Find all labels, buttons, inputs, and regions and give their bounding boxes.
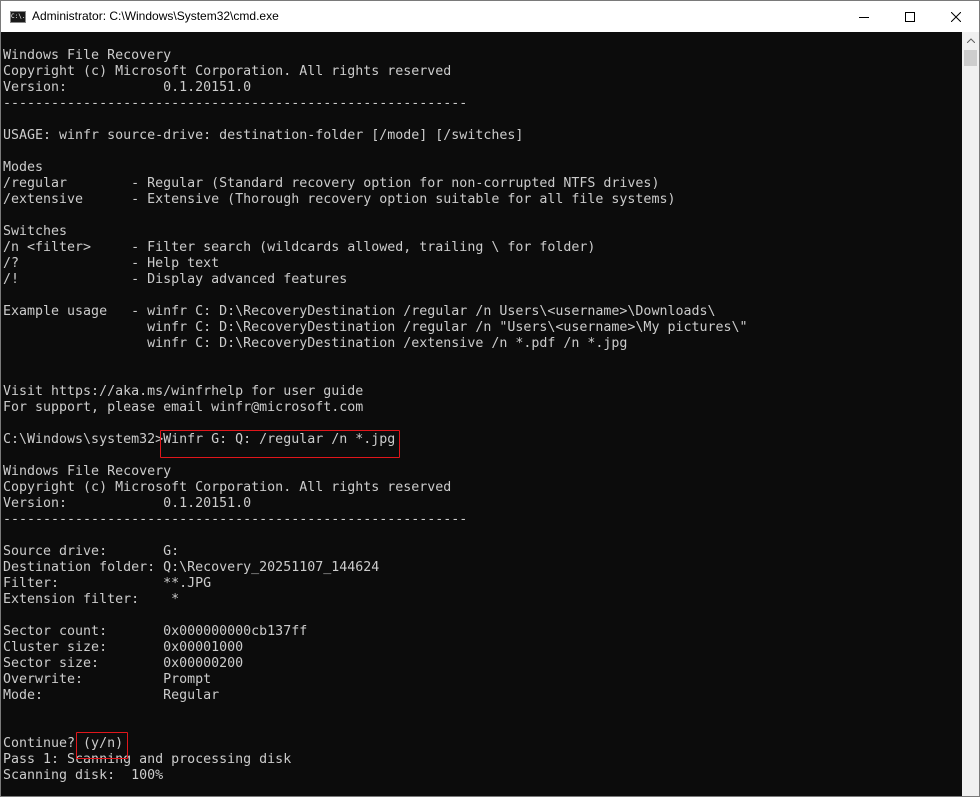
minimize-icon — [859, 12, 869, 22]
title-bar[interactable]: C:\. Administrator: C:\Windows\System32\… — [1, 1, 979, 32]
console-line: Version: 0.1.20151.0 — [3, 496, 251, 512]
console-line: Source drive: G: — [3, 544, 179, 560]
scroll-up-arrow-icon[interactable] — [962, 32, 979, 49]
console-output[interactable]: Windows File RecoveryCopyright (c) Micro… — [1, 32, 962, 796]
close-button[interactable] — [933, 1, 979, 32]
console-line: /? - Help text — [3, 256, 219, 272]
prompt-highlight-box — [76, 732, 128, 759]
window-title: Administrator: C:\Windows\System32\cmd.e… — [32, 9, 279, 23]
console-line: Sector count: 0x000000000cb137ff — [3, 624, 307, 640]
console-line: ----------------------------------------… — [3, 96, 467, 112]
console-line: For support, please email winfr@microsof… — [3, 400, 363, 416]
console-line: USAGE: winfr source-drive: destination-f… — [3, 128, 523, 144]
console-line: Windows File Recovery — [3, 464, 171, 480]
console-line: /n <filter> - Filter search (wildcards a… — [3, 240, 595, 256]
console-line: Cluster size: 0x00001000 — [3, 640, 243, 656]
console-line: Modes — [3, 160, 43, 176]
console-line: Extension filter: * — [3, 592, 179, 608]
console-line: winfr C: D:\RecoveryDestination /regular… — [3, 320, 748, 336]
console-line: /regular - Regular (Standard recovery op… — [3, 176, 659, 192]
console-line: Copyright (c) Microsoft Corporation. All… — [3, 64, 451, 80]
console-line: Visit https://aka.ms/winfrhelp for user … — [3, 384, 363, 400]
console-line: Windows File Recovery — [3, 48, 171, 64]
cmd-icon: C:\. — [10, 11, 26, 23]
console-line: Pass 1: Scanning and processing disk — [3, 752, 291, 768]
close-icon — [951, 12, 961, 22]
console-line: Overwrite: Prompt — [3, 672, 211, 688]
console-line: Example usage - winfr C: D:\RecoveryDest… — [3, 304, 715, 320]
console-line: ----------------------------------------… — [3, 512, 467, 528]
maximize-icon — [905, 12, 915, 22]
console-line: Sector size: 0x00000200 — [3, 656, 243, 672]
console-line: Scanning disk: 100% — [3, 768, 163, 784]
command-highlight-box — [160, 430, 400, 458]
console-line: Copyright (c) Microsoft Corporation. All… — [3, 480, 451, 496]
console-line: /extensive - Extensive (Thorough recover… — [3, 192, 675, 208]
console-line: Mode: Regular — [3, 688, 219, 704]
cmd-window: C:\. Administrator: C:\Windows\System32\… — [0, 0, 980, 797]
console-line: winfr C: D:\RecoveryDestination /extensi… — [3, 336, 627, 352]
scrollbar-thumb[interactable] — [964, 50, 977, 66]
vertical-scrollbar[interactable] — [962, 32, 979, 796]
console-line: Switches — [3, 224, 67, 240]
console-line: Version: 0.1.20151.0 — [3, 80, 251, 96]
console-line: /! - Display advanced features — [3, 272, 347, 288]
console-line: Destination folder: Q:\Recovery_20251107… — [3, 560, 379, 576]
minimize-button[interactable] — [841, 1, 887, 32]
console-line: Filter: **.JPG — [3, 576, 211, 592]
maximize-button[interactable] — [887, 1, 933, 32]
